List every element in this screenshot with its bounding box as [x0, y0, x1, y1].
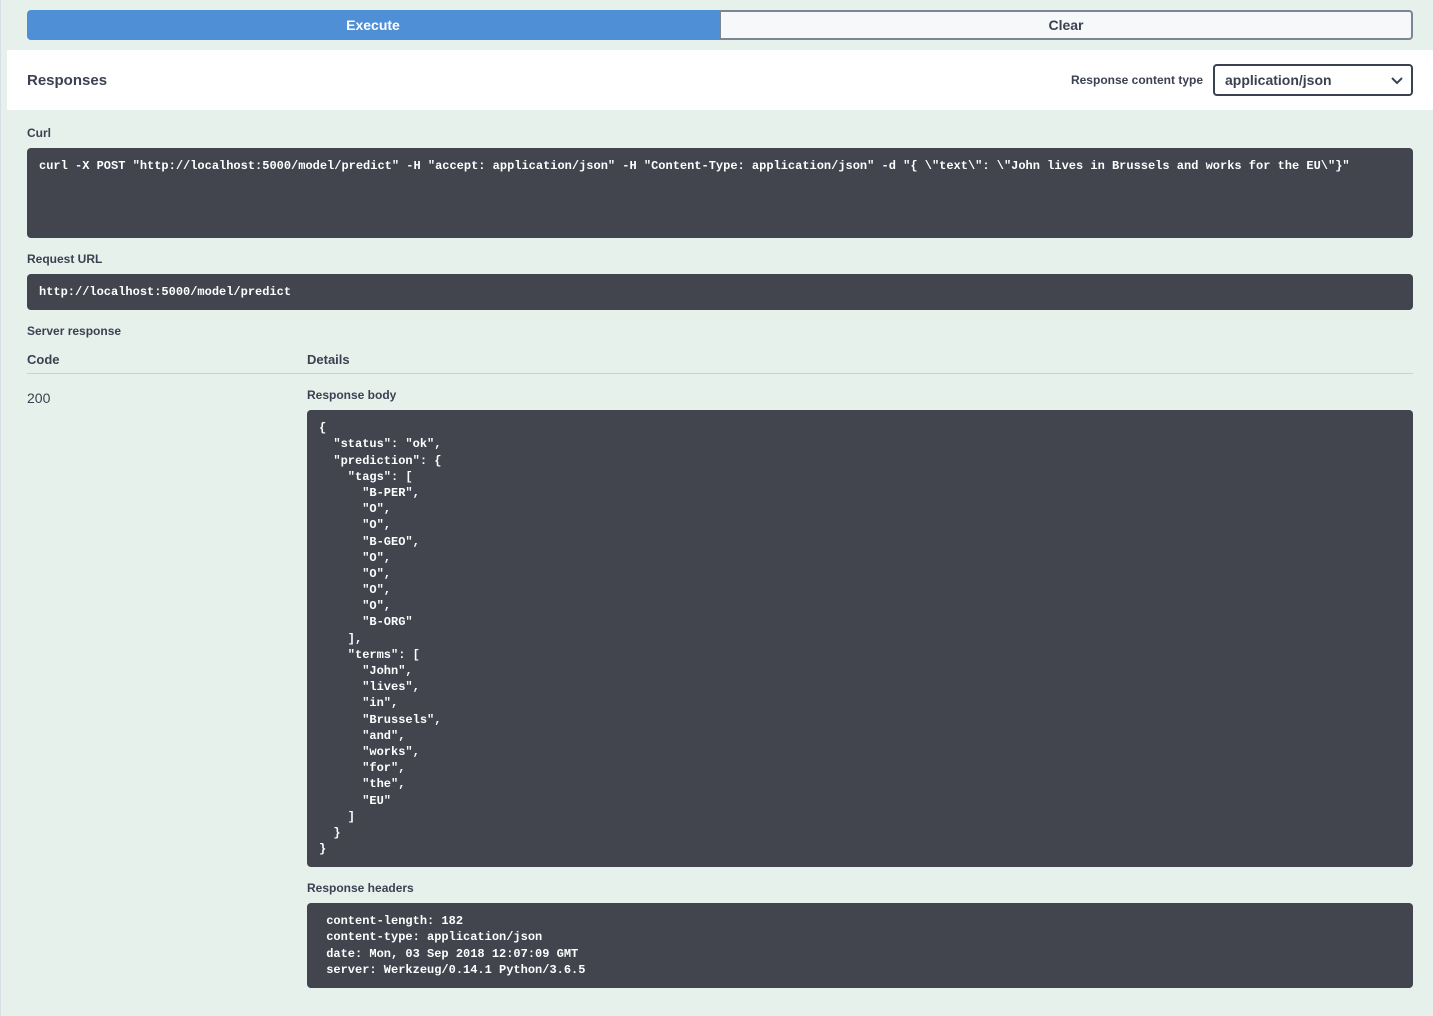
request-url-label: Request URL: [27, 252, 1413, 266]
content-type-select-wrap: application/json: [1213, 64, 1413, 96]
responses-header: Responses Response content type applicat…: [7, 50, 1433, 110]
server-response-section: Server response Code Details 200 Respons…: [7, 324, 1433, 1016]
curl-section: Curl curl -X POST "http://localhost:5000…: [7, 126, 1433, 252]
request-url-value[interactable]: http://localhost:5000/model/predict: [27, 274, 1413, 310]
responses-title: Responses: [27, 72, 107, 89]
action-button-row: Execute Clear: [7, 10, 1433, 50]
response-row: 200 Response body { "status": "ok", "pre…: [27, 388, 1413, 1002]
response-body[interactable]: { "status": "ok", "prediction": { "tags"…: [307, 410, 1413, 867]
response-details: Response body { "status": "ok", "predict…: [307, 388, 1413, 1002]
response-headers[interactable]: content-length: 182 content-type: applic…: [307, 903, 1413, 988]
content-type-wrap: Response content type application/json: [1071, 64, 1413, 96]
execute-button[interactable]: Execute: [27, 10, 719, 40]
response-body-block: Response body { "status": "ok", "predict…: [307, 388, 1413, 867]
response-headers-block: Response headers content-length: 182 con…: [307, 881, 1413, 988]
response-headers-label: Response headers: [307, 881, 1413, 895]
server-response-label: Server response: [27, 324, 1413, 338]
response-body-label: Response body: [307, 388, 1413, 402]
swagger-operation-panel: Execute Clear Responses Response content…: [0, 0, 1433, 1016]
response-code: 200: [27, 388, 307, 1002]
code-column-header: Code: [27, 352, 307, 367]
details-column-header: Details: [307, 352, 1413, 367]
clear-button[interactable]: Clear: [719, 10, 1413, 40]
curl-command[interactable]: curl -X POST "http://localhost:5000/mode…: [27, 148, 1413, 238]
content-type-label: Response content type: [1071, 73, 1203, 87]
request-url-section: Request URL http://localhost:5000/model/…: [7, 252, 1433, 324]
curl-label: Curl: [27, 126, 1413, 140]
content-type-select[interactable]: application/json: [1213, 64, 1413, 96]
response-table-header: Code Details: [27, 346, 1413, 374]
